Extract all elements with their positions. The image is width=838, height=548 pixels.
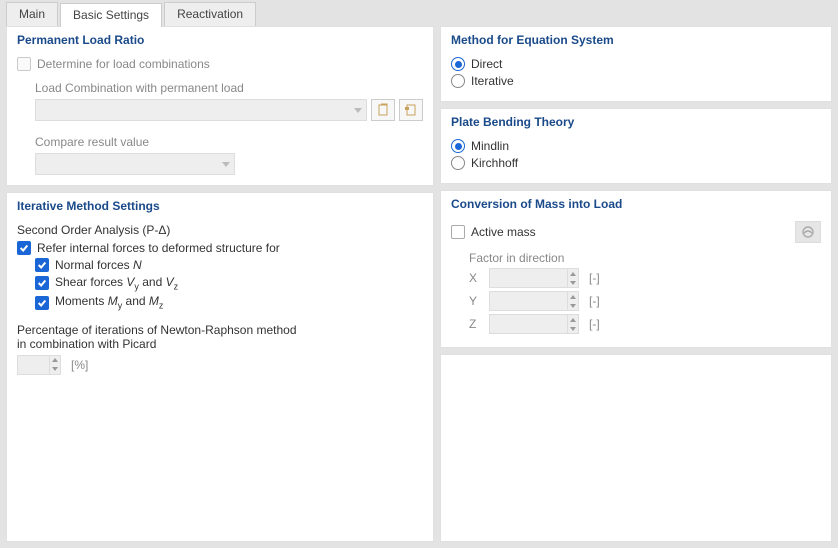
radio-plate-mindlin[interactable] [451, 139, 465, 153]
label-axis-x: X [469, 271, 483, 285]
label-normal-forces: Normal forces N [55, 258, 142, 272]
checkbox-normal-forces[interactable] [35, 258, 49, 272]
panel-title: Permanent Load Ratio [17, 33, 423, 49]
label-active-mass: Active mass [471, 225, 536, 239]
btn-pick-load-combination[interactable] [399, 99, 423, 121]
panel-conversion-mass-load: Conversion of Mass into Load Active mass… [440, 190, 832, 348]
input-percent-iterations[interactable] [17, 355, 61, 375]
checkbox-determine-load-combinations[interactable] [17, 57, 31, 71]
select-load-combination[interactable] [35, 99, 367, 121]
btn-new-load-combination[interactable] [371, 99, 395, 121]
tab-main[interactable]: Main [6, 2, 58, 26]
label-axis-y: Y [469, 294, 483, 308]
input-factor-x[interactable] [489, 268, 579, 288]
select-compare-result-value[interactable] [35, 153, 235, 175]
unit-factor-z: [-] [589, 317, 600, 331]
label-moments: Moments My and Mz [55, 294, 163, 310]
checkbox-active-mass[interactable] [451, 225, 465, 239]
label-plate-mindlin: Mindlin [471, 139, 509, 153]
panel-iterative-method-settings: Iterative Method Settings Second Order A… [6, 192, 434, 542]
label-refer-internal-forces: Refer internal forces to deformed struct… [37, 241, 280, 255]
input-factor-z[interactable] [489, 314, 579, 334]
panel-title: Plate Bending Theory [451, 115, 821, 131]
panel-plate-bending-theory: Plate Bending Theory Mindlin Kirchhoff [440, 108, 832, 184]
label-second-order-analysis: Second Order Analysis (P-Δ) [17, 223, 423, 237]
panel-title: Iterative Method Settings [17, 199, 423, 215]
label-axis-z: Z [469, 317, 483, 331]
label-plate-kirchhoff: Kirchhoff [471, 156, 518, 170]
radio-equation-iterative[interactable] [451, 74, 465, 88]
label-percent-iterations-line1: Percentage of iterations of Newton-Raphs… [17, 323, 423, 337]
panel-title: Conversion of Mass into Load [451, 197, 821, 213]
panel-equation-system: Method for Equation System Direct Iterat… [440, 26, 832, 102]
label-shear-forces: Shear forces Vy and Vz [55, 275, 178, 291]
tab-basic-settings[interactable]: Basic Settings [60, 3, 162, 27]
unit-factor-y: [-] [589, 294, 600, 308]
tab-reactivation[interactable]: Reactivation [164, 2, 256, 26]
panel-title: Method for Equation System [451, 33, 821, 49]
radio-equation-direct[interactable] [451, 57, 465, 71]
label-compare-result-value: Compare result value [35, 135, 423, 149]
label-determine-load-combinations: Determine for load combinations [37, 57, 210, 71]
radio-plate-kirchhoff[interactable] [451, 156, 465, 170]
tab-bar: Main Basic Settings Reactivation [0, 0, 838, 26]
input-factor-y[interactable] [489, 291, 579, 311]
panel-empty [440, 354, 832, 542]
label-percent-iterations-line2: in combination with Picard [17, 337, 423, 351]
panel-permanent-load-ratio: Permanent Load Ratio Determine for load … [6, 26, 434, 186]
unit-percent: [%] [71, 358, 88, 372]
checkbox-moments[interactable] [35, 296, 49, 310]
label-equation-direct: Direct [471, 57, 502, 71]
checkbox-refer-internal-forces[interactable] [17, 241, 31, 255]
checkbox-shear-forces[interactable] [35, 276, 49, 290]
unit-factor-x: [-] [589, 271, 600, 285]
btn-mass-settings[interactable] [795, 221, 821, 243]
label-equation-iterative: Iterative [471, 74, 514, 88]
label-lc-permanent-load: Load Combination with permanent load [35, 81, 423, 95]
label-factor-in-direction: Factor in direction [469, 251, 821, 265]
